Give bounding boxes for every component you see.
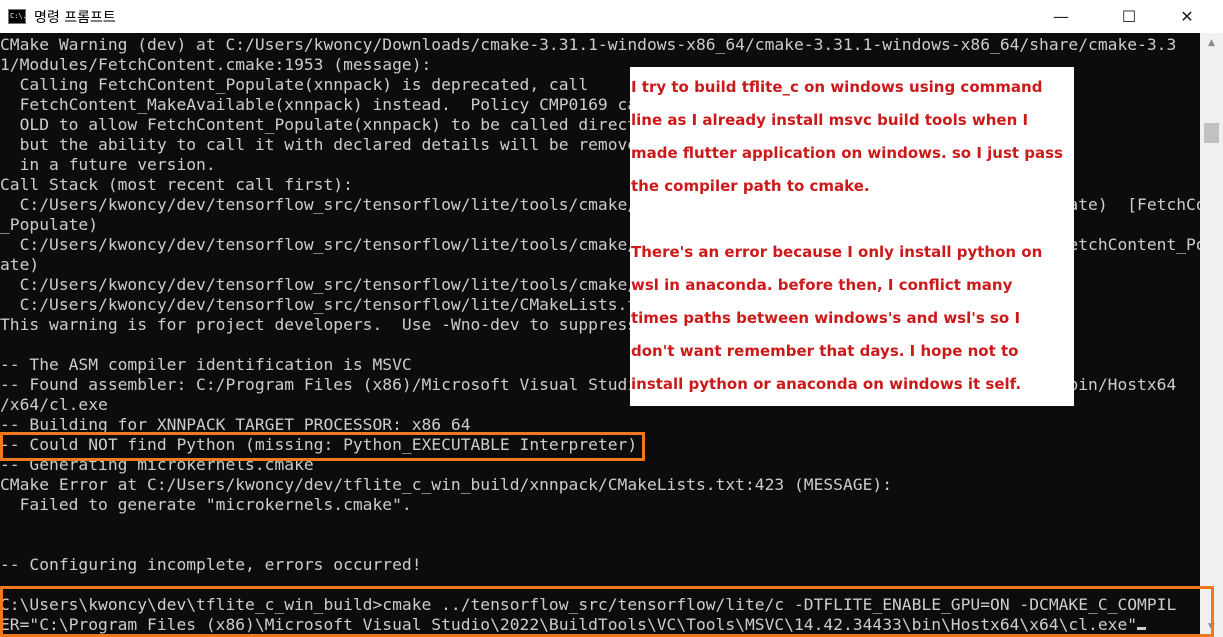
- minimize-button[interactable]: —: [1038, 0, 1084, 33]
- annotation-line: install python or anaconda on windows it…: [631, 375, 1022, 393]
- terminal-line: in a future version.: [0, 155, 216, 174]
- terminal-line: -- Configuring incomplete, errors occurr…: [0, 555, 422, 574]
- scroll-up-icon[interactable]: ▲: [1200, 33, 1223, 53]
- maximize-button[interactable]: ☐: [1106, 0, 1152, 33]
- terminal-line: Calling FetchContent_Populate(xnnpack) i…: [0, 75, 589, 94]
- terminal-line: This warning is for project developers. …: [0, 315, 677, 334]
- title-bar: C:\. 명령 프롬프트 — ☐ ✕: [0, 0, 1223, 33]
- annotation-line: made flutter application on windows. so …: [631, 144, 1063, 162]
- terminal-line: CMake Error at C:/Users/kwoncy/dev/tflit…: [0, 475, 892, 494]
- annotation-line: don't want remember that days. I hope no…: [631, 342, 1019, 360]
- annotation-line: line as I already install msvc build too…: [631, 111, 1029, 129]
- scrollbar-thumb[interactable]: [1204, 123, 1219, 143]
- annotation-note: I try to build tflite_c on windows using…: [630, 67, 1074, 406]
- terminal-line: Failed to generate "microkernels.cmake".: [0, 495, 412, 514]
- terminal-line: /x64/cl.exe: [0, 395, 108, 414]
- command-prompt-icon[interactable]: C:\.: [8, 9, 27, 24]
- annotation-line: the compiler path to cmake.: [631, 177, 870, 195]
- window-title: 명령 프롬프트: [34, 10, 116, 26]
- vertical-scrollbar[interactable]: ▲ ▼: [1200, 33, 1223, 637]
- terminal-line: -- The ASM compiler identification is MS…: [0, 355, 412, 374]
- close-button[interactable]: ✕: [1164, 0, 1210, 33]
- annotation-line: wsl in anaconda. before then, I conflict…: [631, 276, 1013, 294]
- annotation-line: [631, 203, 1074, 236]
- terminal-line: CMake Warning (dev) at C:/Users/kwoncy/D…: [0, 35, 1177, 54]
- terminal-line: _Populate): [0, 215, 99, 234]
- annotation-line: I try to build tflite_c on windows using…: [631, 78, 1043, 96]
- annotation-line: There's an error because I only install …: [631, 243, 1043, 261]
- annotation-line: times paths between windows's and wsl's …: [631, 309, 1021, 327]
- command-highlight: [0, 586, 1214, 637]
- python-error-highlight: [0, 432, 645, 461]
- terminal-line: Call Stack (most recent call first):: [0, 175, 353, 194]
- terminal-line: ate): [0, 255, 40, 274]
- terminal-line: 1/Modules/FetchContent.cmake:1953 (messa…: [0, 55, 432, 74]
